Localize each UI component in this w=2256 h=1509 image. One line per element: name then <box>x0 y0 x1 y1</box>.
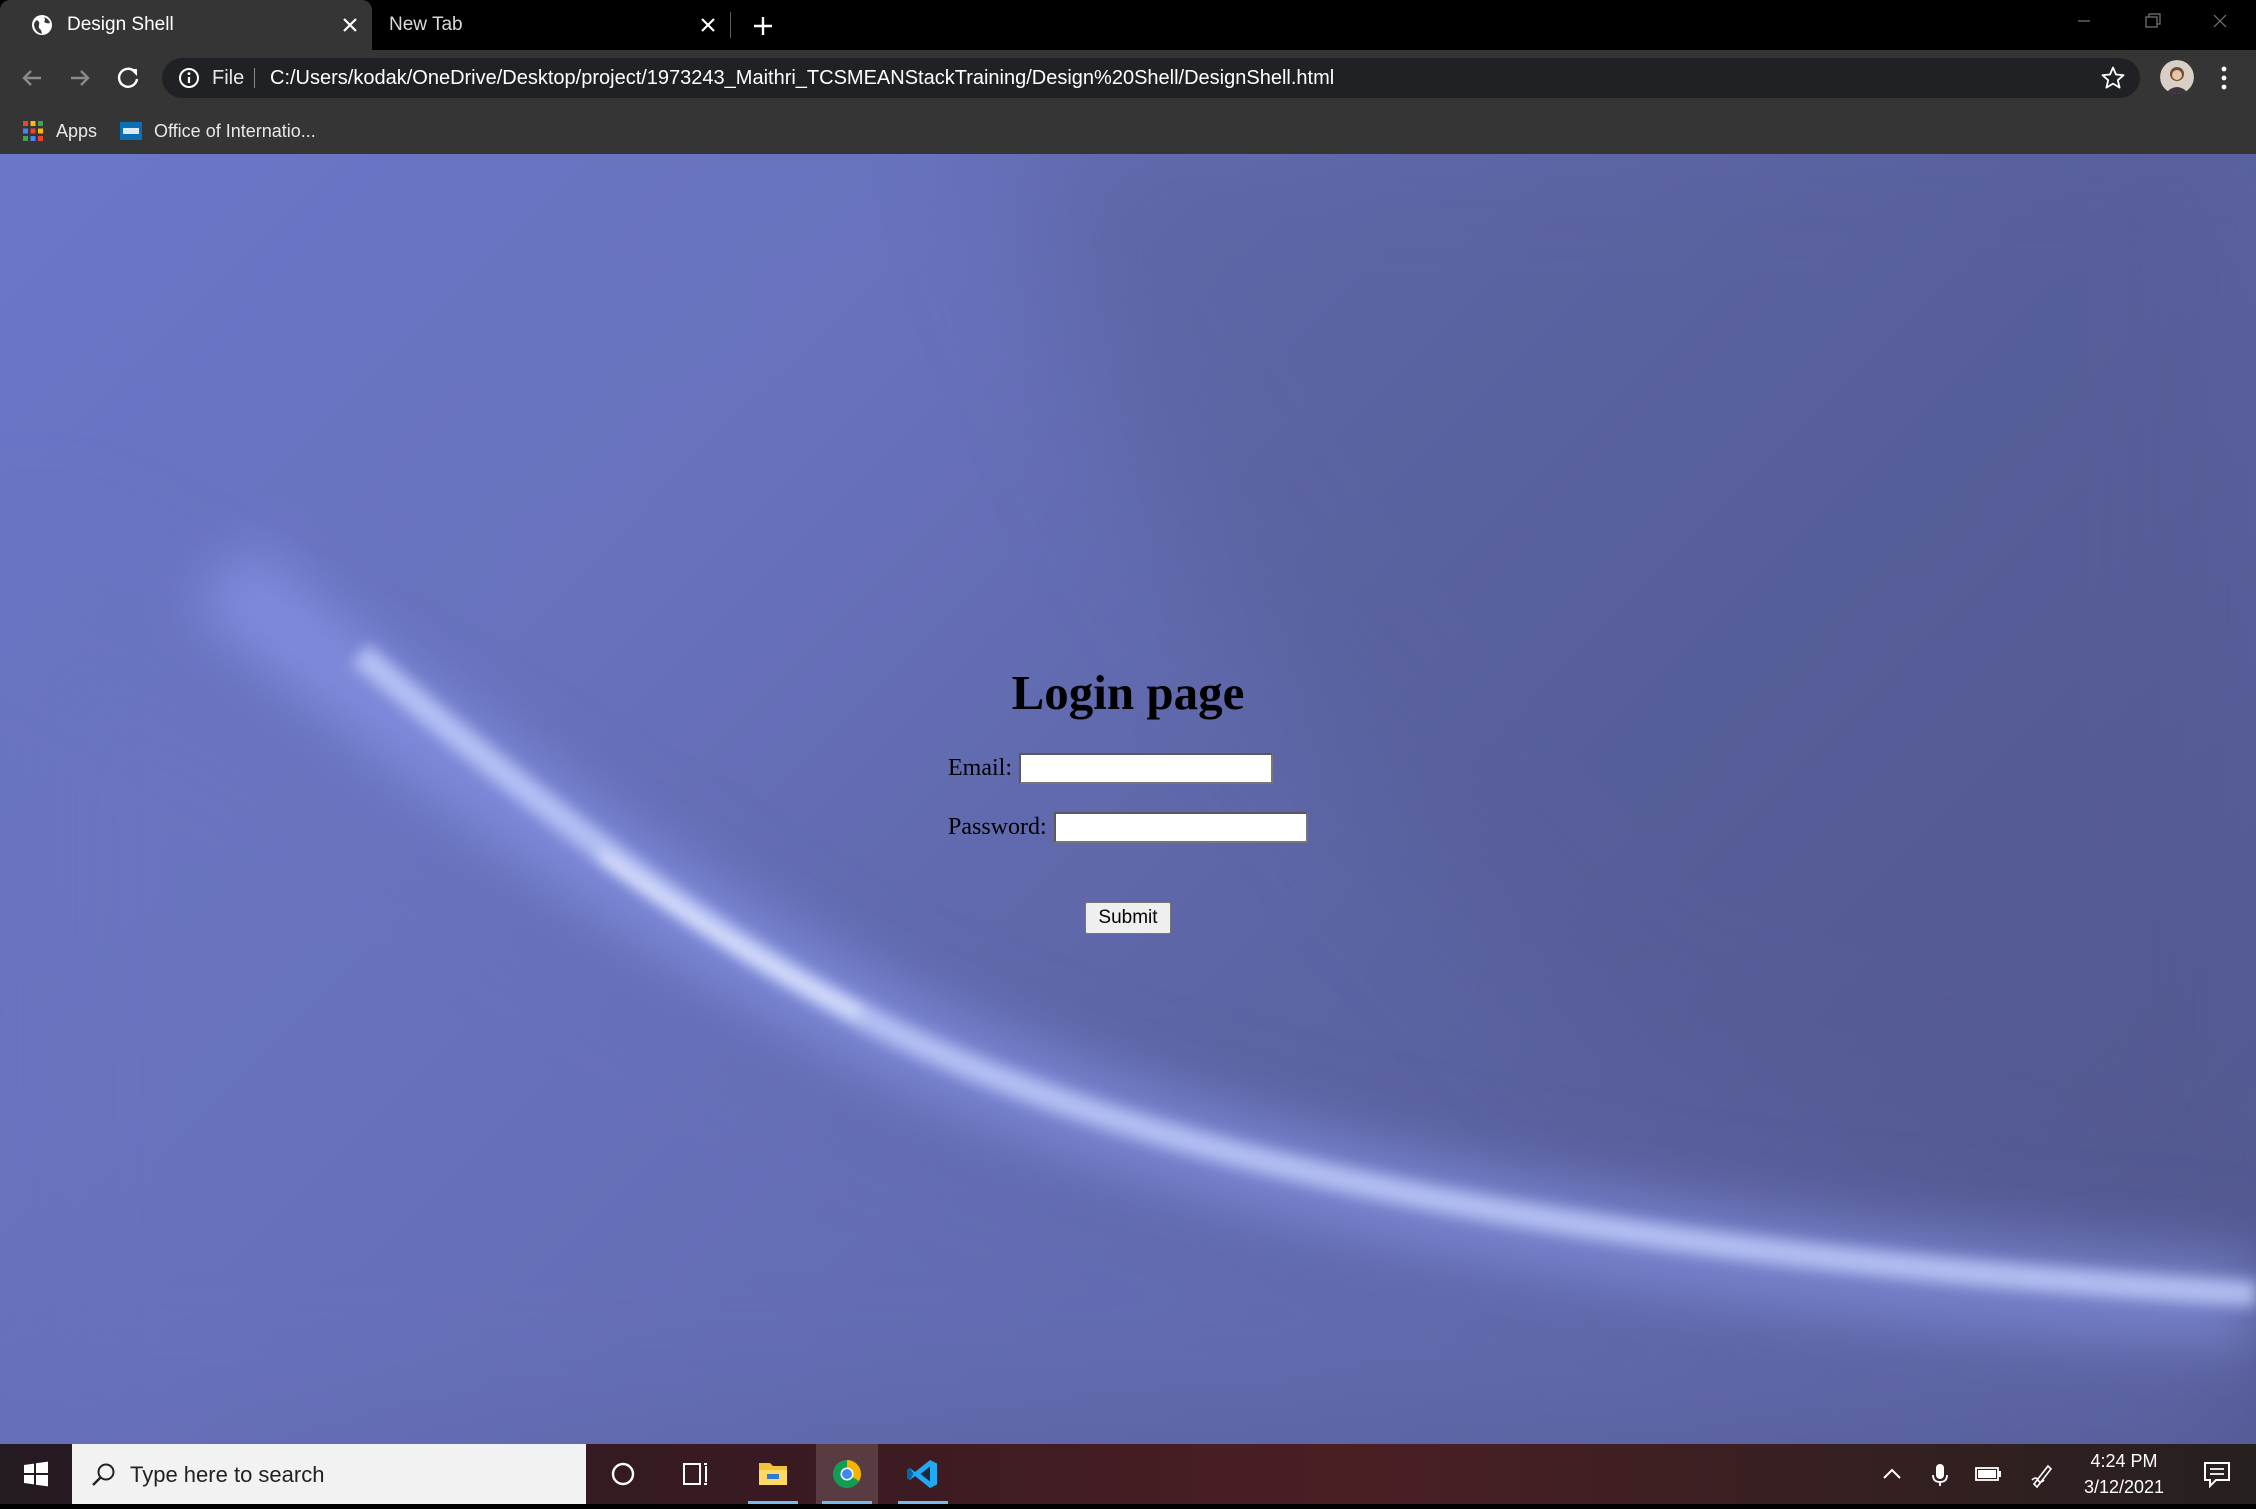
search-icon <box>92 1463 115 1486</box>
close-tab-icon[interactable] <box>340 15 360 35</box>
password-row: Password: <box>948 812 1308 843</box>
profile-avatar[interactable] <box>2160 60 2194 94</box>
url-text[interactable]: C:/Users/kodak/OneDrive/Desktop/project/… <box>270 67 1334 90</box>
page-title: Login page <box>1011 665 1245 720</box>
submit-button[interactable]: Submit <box>1085 902 1171 934</box>
windows-start-icon[interactable] <box>0 1444 72 1504</box>
bookmark-star-icon[interactable] <box>2100 65 2126 91</box>
address-bar[interactable]: File C:/Users/kodak/OneDrive/Desktop/pro… <box>162 58 2140 98</box>
tab-new-tab[interactable]: New Tab <box>372 0 730 50</box>
action-center-button[interactable] <box>2186 1444 2248 1504</box>
avatar-icon <box>2160 60 2194 94</box>
chrome-button[interactable] <box>816 1444 878 1504</box>
battery-icon[interactable] <box>1972 1458 2004 1490</box>
tab-title: Design Shell <box>67 14 174 35</box>
taskbar-clock[interactable]: 4:24 PM 3/12/2021 <box>2068 1448 2180 1500</box>
email-field[interactable] <box>1018 753 1273 784</box>
tab-strip: Design Shell New Tab <box>0 0 2256 50</box>
close-tab-icon[interactable] <box>698 15 718 35</box>
task-view-icon <box>683 1463 707 1485</box>
email-label: Email: <box>948 755 1012 781</box>
bookmark-office-of-international[interactable]: Office of Internatio... <box>120 118 316 144</box>
pen-workspace-icon[interactable] <box>2026 1458 2058 1490</box>
search-placeholder: Type here to search <box>130 1462 325 1487</box>
cortana-button[interactable] <box>592 1444 654 1504</box>
minimize-icon[interactable] <box>2050 0 2118 44</box>
new-tab-plus-icon[interactable] <box>748 12 778 40</box>
file-explorer-button[interactable] <box>742 1444 804 1504</box>
vscode-button[interactable] <box>892 1444 954 1504</box>
more-menu-icon[interactable] <box>2214 62 2234 94</box>
scheme-label: File <box>212 67 245 89</box>
password-field[interactable] <box>1053 812 1308 843</box>
browser-toolbar: File C:/Users/kodak/OneDrive/Desktop/pro… <box>0 50 2256 106</box>
vscode-icon <box>907 1460 937 1488</box>
scheme-divider <box>254 68 255 88</box>
tab-divider <box>730 12 731 38</box>
info-icon[interactable] <box>178 67 200 89</box>
file-explorer-icon <box>759 1463 787 1485</box>
taskbar-search-box[interactable]: Type here to search <box>72 1444 586 1504</box>
background-light-streak <box>0 154 2256 1444</box>
notification-icon <box>2204 1462 2230 1489</box>
bookmark-label: Apps <box>56 120 98 141</box>
reload-icon[interactable] <box>112 62 144 94</box>
apps-grid-icon <box>23 121 43 141</box>
windows-taskbar: Type here to search 4:24 PM 3/12/2021 <box>0 1444 2256 1504</box>
chrome-icon <box>833 1460 861 1488</box>
tab-design-shell[interactable]: Design Shell <box>0 0 372 50</box>
back-arrow-icon[interactable] <box>16 62 48 94</box>
restore-icon[interactable] <box>2118 0 2186 44</box>
bookmark-label: Office of Internatio... <box>154 120 316 141</box>
globe-icon <box>32 15 52 35</box>
bookmark-apps[interactable]: Apps <box>22 118 97 144</box>
clock-time: 4:24 PM <box>2090 1451 2158 1471</box>
page-viewport: Login page Email: Password: Submit <box>0 154 2256 1444</box>
microphone-icon[interactable] <box>1924 1458 1956 1490</box>
show-hidden-icons-icon[interactable] <box>1876 1458 1908 1490</box>
task-view-button[interactable] <box>664 1444 726 1504</box>
email-row: Email: <box>948 753 1273 784</box>
tab-title: New Tab <box>389 14 463 35</box>
password-label: Password: <box>948 814 1047 840</box>
forward-arrow-icon[interactable] <box>64 62 96 94</box>
cortana-icon <box>611 1462 635 1486</box>
clock-date: 3/12/2021 <box>2083 1477 2165 1497</box>
close-window-icon[interactable] <box>2186 0 2254 44</box>
bookmarks-bar: Apps Office of Internatio... <box>0 106 2256 154</box>
uhcl-favicon <box>120 122 142 140</box>
